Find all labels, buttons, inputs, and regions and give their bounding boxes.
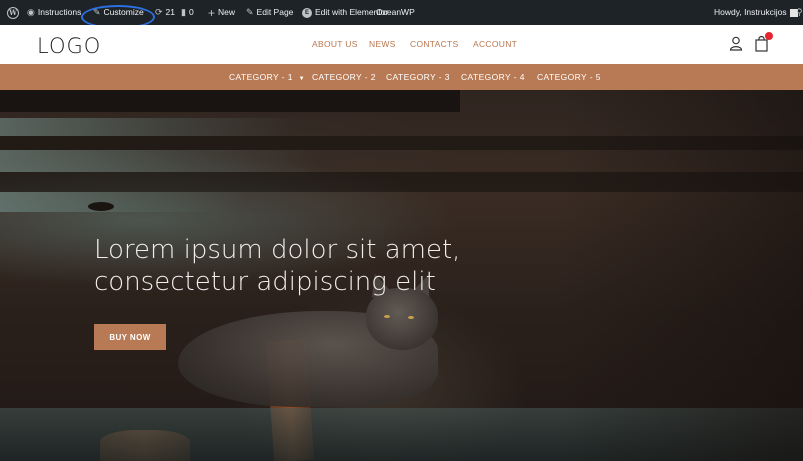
category-label: CATEGORY - 1 [229,72,293,82]
chevron-down-icon: ▼ [298,76,305,82]
search-icon: ⚲ [796,7,803,17]
brush-icon: ✎ [93,7,101,17]
new-label: New [218,7,236,17]
updates-link[interactable]: ⟳ 21 [155,0,175,25]
site-name-menu[interactable]: ◉ Instructions [27,0,81,25]
hero-headline-line-1: Lorem ipsum dolor sit amet, [94,235,461,265]
comment-icon: ▮ [181,7,186,17]
edit-page-label: Edit Page [256,7,294,17]
dashboard-icon: ◉ [27,7,35,17]
category-item-2[interactable]: CATEGORY - 2 [312,72,376,82]
search-toggle[interactable]: ⚲ [796,0,803,25]
category-item-5[interactable]: CATEGORY - 5 [537,72,601,82]
site-header: LOGO ABOUT US NEWS CONTACTS ACCOUNT [0,25,803,64]
user-icon[interactable] [729,36,743,51]
wp-admin-bar: W ◉ Instructions ✎ Customize ⟳ 21 ▮ 0 + … [0,0,803,25]
hero-headline: Lorem ipsum dolor sit amet, consectetur … [94,234,594,298]
wordpress-icon: W [7,6,19,19]
pencil-icon: ✎ [246,7,254,17]
plus-icon: + [208,5,216,20]
cart-count-badge [765,32,773,40]
nav-contacts[interactable]: CONTACTS [410,39,459,49]
new-content-menu[interactable]: + New [208,0,235,25]
updates-count: 21 [165,7,176,17]
comments-count: 0 [188,7,194,17]
category-item-3[interactable]: CATEGORY - 3 [386,72,450,82]
nav-news[interactable]: NEWS [369,39,396,49]
nav-account[interactable]: ACCOUNT [473,39,517,49]
customize-label: Customize [103,7,144,17]
updates-icon: ⟳ [155,7,163,17]
wp-logo-menu[interactable]: W [7,0,19,25]
edit-page-link[interactable]: ✎ Edit Page [246,0,293,25]
oceanwp-menu[interactable]: OceanWP [376,0,415,25]
my-account-menu[interactable]: Howdy, Instrukcijos [714,0,798,25]
elementor-icon: E [302,7,312,18]
category-bar: CATEGORY - 1 ▼ CATEGORY - 2 CATEGORY - 3… [0,64,803,90]
oceanwp-label: OceanWP [376,7,415,17]
customize-link[interactable]: ✎ Customize [93,0,144,25]
buy-now-button[interactable]: BUY NOW [94,324,166,350]
category-item-1[interactable]: CATEGORY - 1 ▼ [229,72,305,82]
greeting-label: Howdy, Instrukcijos [714,7,787,17]
site-name-label: Instructions [37,7,82,17]
category-item-4[interactable]: CATEGORY - 4 [461,72,525,82]
nav-about-us[interactable]: ABOUT US [312,39,358,49]
hero-section: Lorem ipsum dolor sit amet, consectetur … [0,90,803,461]
hero-headline-line-2: consectetur adipiscing elit [94,267,436,297]
main-nav: ABOUT US NEWS CONTACTS ACCOUNT [0,25,803,64]
comments-link[interactable]: ▮ 0 [181,0,194,25]
